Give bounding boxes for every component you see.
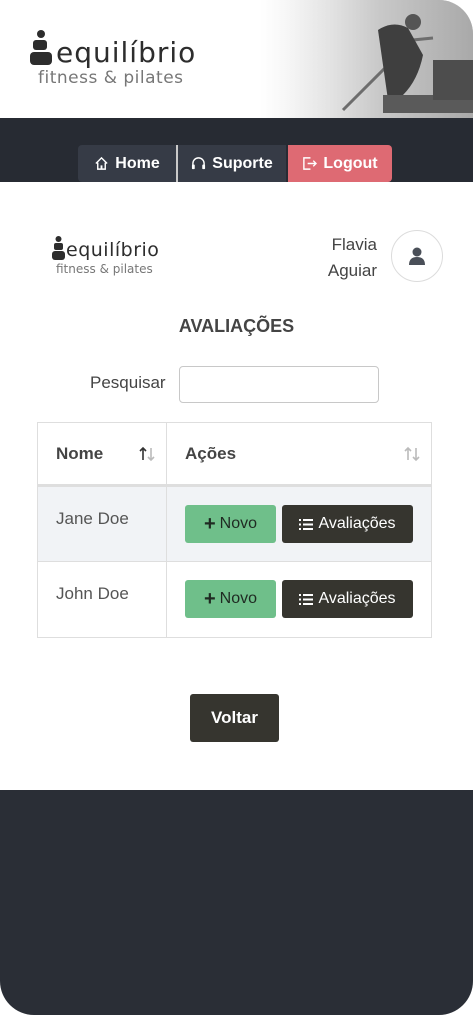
search-label: Pesquisar — [90, 373, 166, 392]
plus-icon: + — [203, 588, 216, 610]
app-screen: equilíbrio fitness & pilates Home Suport… — [0, 0, 473, 1015]
table-row: Jane Doe + Novo Avaliações — [38, 487, 431, 562]
avatar-button[interactable] — [391, 230, 443, 282]
nav-suporte-label: Suporte — [212, 154, 273, 172]
nav-suporte-button[interactable]: Suporte — [178, 145, 286, 182]
footer — [0, 790, 473, 1015]
voltar-button[interactable]: Voltar — [190, 694, 279, 742]
user-last-name: Aguiar — [327, 261, 377, 280]
home-icon — [95, 156, 108, 170]
sort-icon — [139, 446, 155, 462]
table-row: John Doe + Novo Avaliações — [38, 562, 431, 637]
logo-mark-icon — [30, 30, 52, 65]
user-icon — [409, 247, 425, 265]
search-input[interactable] — [179, 366, 379, 403]
cell-acoes: + Novo Avaliações — [167, 562, 431, 637]
column-header-nome[interactable]: Nome — [38, 423, 167, 484]
content-brand-name: equilíbrio — [66, 239, 160, 261]
headset-icon — [192, 157, 206, 170]
novo-button[interactable]: + Novo — [185, 580, 276, 618]
brand-tagline: fitness & pilates — [38, 68, 184, 88]
brand-name: equilíbrio — [56, 36, 197, 69]
main-content: equilíbrio fitness & pilates Flavia Agui… — [0, 182, 473, 790]
column-header-acoes[interactable]: Ações — [167, 423, 431, 484]
cell-nome: Jane Doe — [38, 487, 167, 561]
list-icon — [299, 518, 314, 530]
avaliacoes-button[interactable]: Avaliações — [282, 505, 413, 543]
sort-icon — [404, 446, 420, 462]
novo-button[interactable]: + Novo — [185, 505, 276, 543]
user-name: Flavia Aguiar — [328, 232, 377, 284]
logo-mark-icon — [52, 236, 65, 260]
avaliacoes-button[interactable]: Avaliações — [282, 580, 413, 618]
column-header-nome-label: Nome — [56, 443, 104, 463]
nav-logout-button[interactable]: Logout — [288, 145, 392, 182]
nav-button-group: Home Suporte Logout — [78, 145, 392, 182]
page-title: AVALIAÇÕES — [178, 316, 295, 336]
table-header: Nome Ações — [38, 423, 431, 487]
nav-logout-label: Logout — [323, 154, 378, 172]
novo-label: Novo — [219, 515, 258, 532]
header-banner: equilíbrio fitness & pilates — [0, 0, 473, 118]
logout-icon — [303, 157, 318, 170]
novo-label: Novo — [219, 590, 258, 607]
cell-acoes: + Novo Avaliações — [167, 487, 431, 561]
avaliacoes-label: Avaliações — [318, 515, 396, 532]
content-brand-tagline: fitness & pilates — [56, 262, 153, 276]
list-icon — [299, 593, 314, 605]
avaliacoes-table: Nome Ações Jane Doe + Novo Avaliações Jo… — [37, 422, 432, 638]
navbar: Home Suporte Logout — [0, 118, 473, 182]
nav-home-button[interactable]: Home — [78, 145, 176, 182]
avaliacoes-label: Avaliações — [318, 590, 396, 607]
user-first-name: Flavia — [331, 235, 377, 254]
cell-nome: John Doe — [38, 562, 167, 637]
nav-home-label: Home — [115, 154, 160, 172]
pilates-photo — [283, 0, 473, 118]
column-header-acoes-label: Ações — [185, 443, 237, 463]
plus-icon: + — [203, 513, 216, 535]
